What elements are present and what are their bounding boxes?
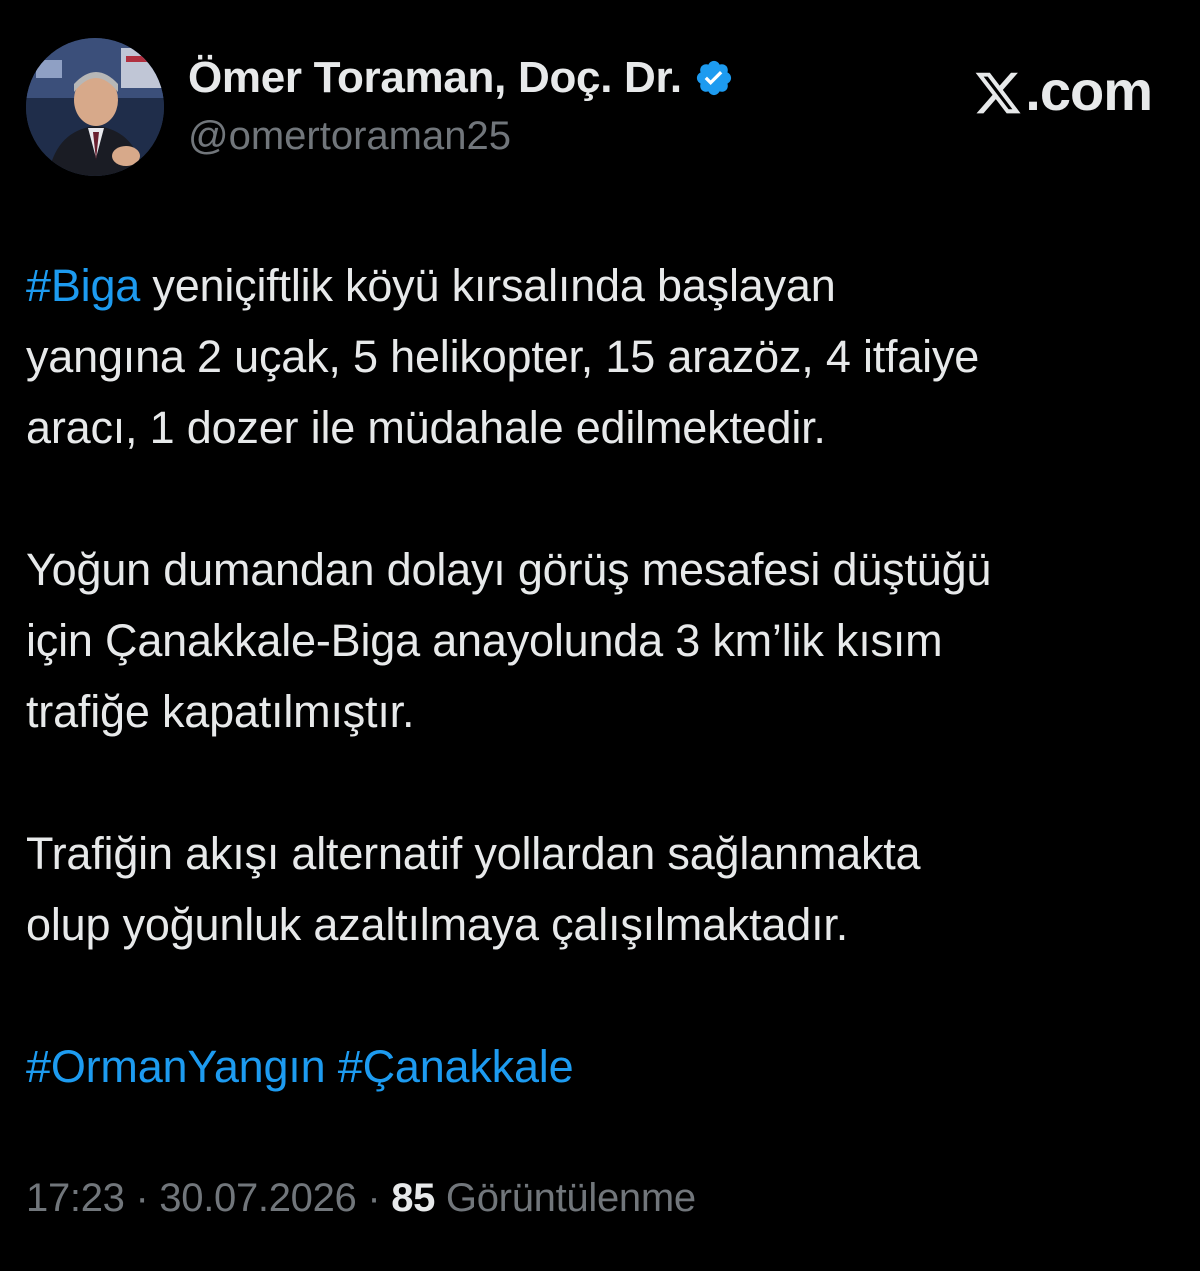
views-label: Görüntülenme	[445, 1176, 696, 1220]
views-count[interactable]: 85	[391, 1176, 435, 1220]
verified-badge-icon	[694, 58, 734, 98]
tweet-paragraph-1: #Biga yeniçiftlik köyü kırsalında başlay…	[26, 250, 1176, 463]
tweet-hashtags: #OrmanYangın #Çanakkale	[26, 1031, 1176, 1102]
hashtag-link[interactable]: #OrmanYangın	[26, 1041, 326, 1092]
author-display-name[interactable]: Ömer Toraman, Doç. Dr.	[188, 53, 682, 103]
author-handle[interactable]: @omertoraman25	[188, 114, 511, 159]
tweet-text-line: yangına 2 uçak, 5 helikopter, 15 arazöz,…	[26, 331, 980, 382]
hashtag-link[interactable]: #Biga	[26, 260, 140, 311]
tweet-header: Ömer Toraman, Doç. Dr. @omertoraman25 .c…	[26, 38, 1166, 178]
meta-separator: ·	[367, 1176, 381, 1220]
avatar[interactable]	[26, 38, 164, 176]
brand-domain-label: .com	[1025, 59, 1153, 122]
tweet-paragraph-2: Yoğun dumandan dolayı görüş mesafesi düş…	[26, 534, 1176, 747]
x-logo-icon	[973, 66, 1023, 116]
tweet-meta: 17:23 · 30.07.2026 · 85 Görüntülenme	[26, 1176, 696, 1221]
tweet-time[interactable]: 17:23	[26, 1176, 125, 1220]
tweet-date[interactable]: 30.07.2026	[159, 1176, 357, 1220]
tweet-text-line: Trafiğin akışı alternatif yollardan sağl…	[26, 828, 921, 879]
tweet-text: #Biga yeniçiftlik köyü kırsalında başlay…	[26, 250, 1176, 1102]
hashtag-link[interactable]: #Çanakkale	[338, 1041, 574, 1092]
tweet-text-segment: yeniçiftlik köyü kırsalında başlayan	[140, 260, 836, 311]
meta-separator: ·	[135, 1176, 149, 1220]
tweet-text-line: aracı, 1 dozer ile müdahale edilmektedir…	[26, 402, 826, 453]
tweet-text-line: için Çanakkale-Biga anayolunda 3 km’lik …	[26, 615, 943, 666]
tweet-text-line: olup yoğunluk azaltılmaya çalışılmaktadı…	[26, 899, 849, 950]
tweet-text-line: Yoğun dumandan dolayı görüş mesafesi düş…	[26, 544, 992, 595]
author-name-row: Ömer Toraman, Doç. Dr.	[188, 50, 734, 106]
tweet-paragraph-3: Trafiğin akışı alternatif yollardan sağl…	[26, 818, 1176, 960]
x-brand-logo: .com	[973, 58, 1153, 123]
tweet-card: Ömer Toraman, Doç. Dr. @omertoraman25 .c…	[0, 0, 1200, 1271]
tweet-text-line: trafiğe kapatılmıştır.	[26, 686, 415, 737]
